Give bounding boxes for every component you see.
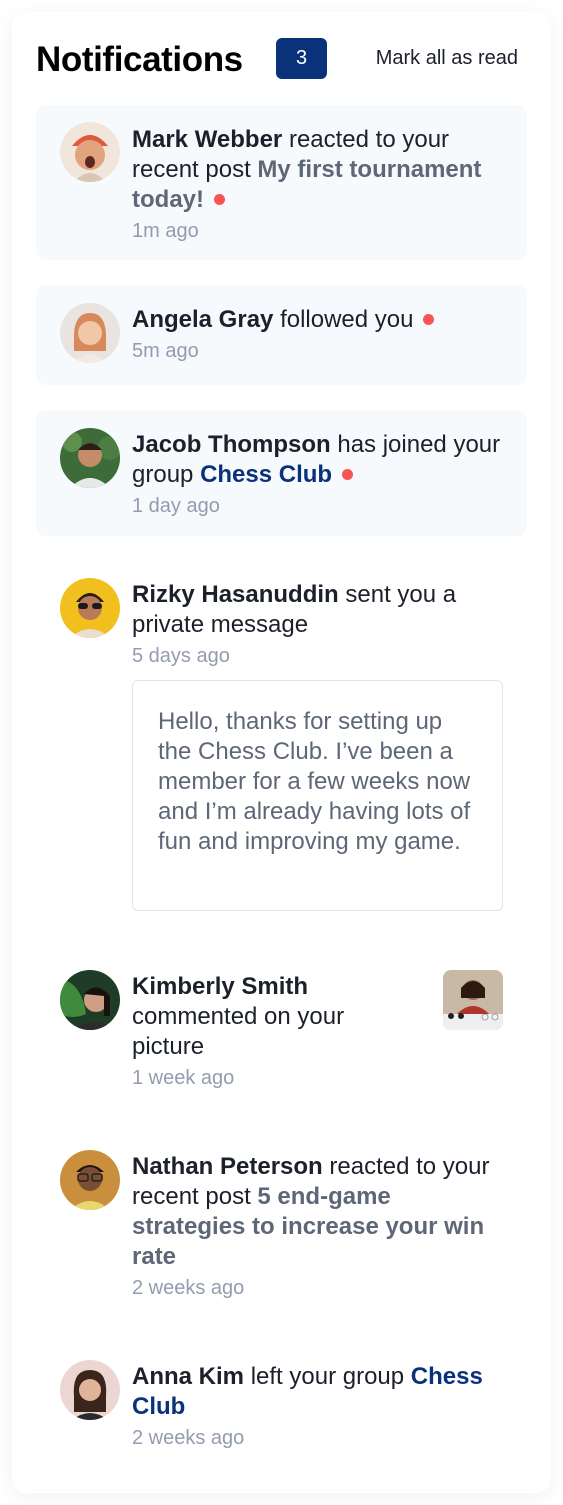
notification-item[interactable]: Rizky Hasanuddin sent you a private mess…: [36, 560, 527, 930]
unread-dot: [423, 314, 435, 325]
notification-text: Rizky Hasanuddin sent you a private mess…: [132, 580, 507, 640]
notification-item[interactable]: Kimberly Smith commented on your picture…: [36, 952, 527, 1102]
user-name[interactable]: Angela Gray: [132, 306, 273, 333]
notification-action: commented on your picture: [132, 1003, 345, 1060]
notification-text: Kimberly Smith commented on your picture: [132, 972, 392, 1062]
notification-time: 5m ago: [132, 340, 199, 362]
avatar-jacob-thompson[interactable]: [60, 428, 120, 488]
notification-item[interactable]: Jacob Thompson has joined your group Che…: [36, 410, 527, 536]
notification-item[interactable]: Angela Gray followed you 5m ago: [36, 285, 527, 385]
notification-time: 1 week ago: [132, 1067, 235, 1089]
user-name[interactable]: Kimberly Smith: [132, 973, 308, 1000]
notification-time: 2 weeks ago: [132, 1427, 245, 1449]
notification-action: followed you: [280, 306, 414, 333]
notification-text: Mark Webber reacted to your recent post …: [132, 125, 507, 215]
unread-dot: [214, 194, 225, 205]
commented-picture-thumbnail[interactable]: [443, 970, 503, 1030]
notifications-header: Notifications 3 Mark all as read: [36, 38, 521, 82]
user-name[interactable]: Nathan Peterson: [132, 1153, 323, 1180]
notification-item[interactable]: Nathan Peterson reacted to your recent p…: [36, 1132, 527, 1312]
notification-text: Jacob Thompson has joined your group Che…: [132, 430, 507, 490]
notification-time: 2 weeks ago: [132, 1277, 245, 1299]
avatar-anna-kim[interactable]: [60, 1360, 120, 1420]
user-name[interactable]: Anna Kim: [132, 1363, 244, 1390]
avatar-nathan-peterson[interactable]: [60, 1150, 120, 1210]
mark-all-read-button[interactable]: Mark all as read: [376, 47, 518, 70]
private-message-preview[interactable]: Hello, thanks for setting up the Chess C…: [132, 680, 503, 911]
avatar-angela-gray[interactable]: [60, 303, 120, 363]
notification-time: 5 days ago: [132, 645, 230, 667]
notification-text: Angela Gray followed you: [132, 305, 507, 335]
unread-dot: [342, 469, 354, 480]
avatar-mark-webber[interactable]: [60, 122, 120, 182]
avatar-kimberly-smith[interactable]: [60, 970, 120, 1030]
notification-item[interactable]: Mark Webber reacted to your recent post …: [36, 105, 527, 260]
unread-count-badge: 3: [276, 38, 327, 79]
user-name[interactable]: Rizky Hasanuddin: [132, 581, 339, 608]
user-name[interactable]: Mark Webber: [132, 126, 282, 153]
notification-text: Anna Kim left your group Chess Club: [132, 1362, 507, 1422]
group-link[interactable]: Chess Club: [200, 461, 332, 488]
page-title: Notifications: [36, 40, 243, 79]
notification-time: 1m ago: [132, 220, 199, 242]
notification-item[interactable]: Anna Kim left your group Chess Club 2 we…: [36, 1342, 527, 1462]
notification-time: 1 day ago: [132, 495, 220, 517]
notification-text: Nathan Peterson reacted to your recent p…: [132, 1152, 507, 1272]
user-name[interactable]: Jacob Thompson: [132, 431, 331, 458]
notification-action: left your group: [250, 1363, 405, 1390]
avatar-rizky-hasanuddin[interactable]: [60, 578, 120, 638]
